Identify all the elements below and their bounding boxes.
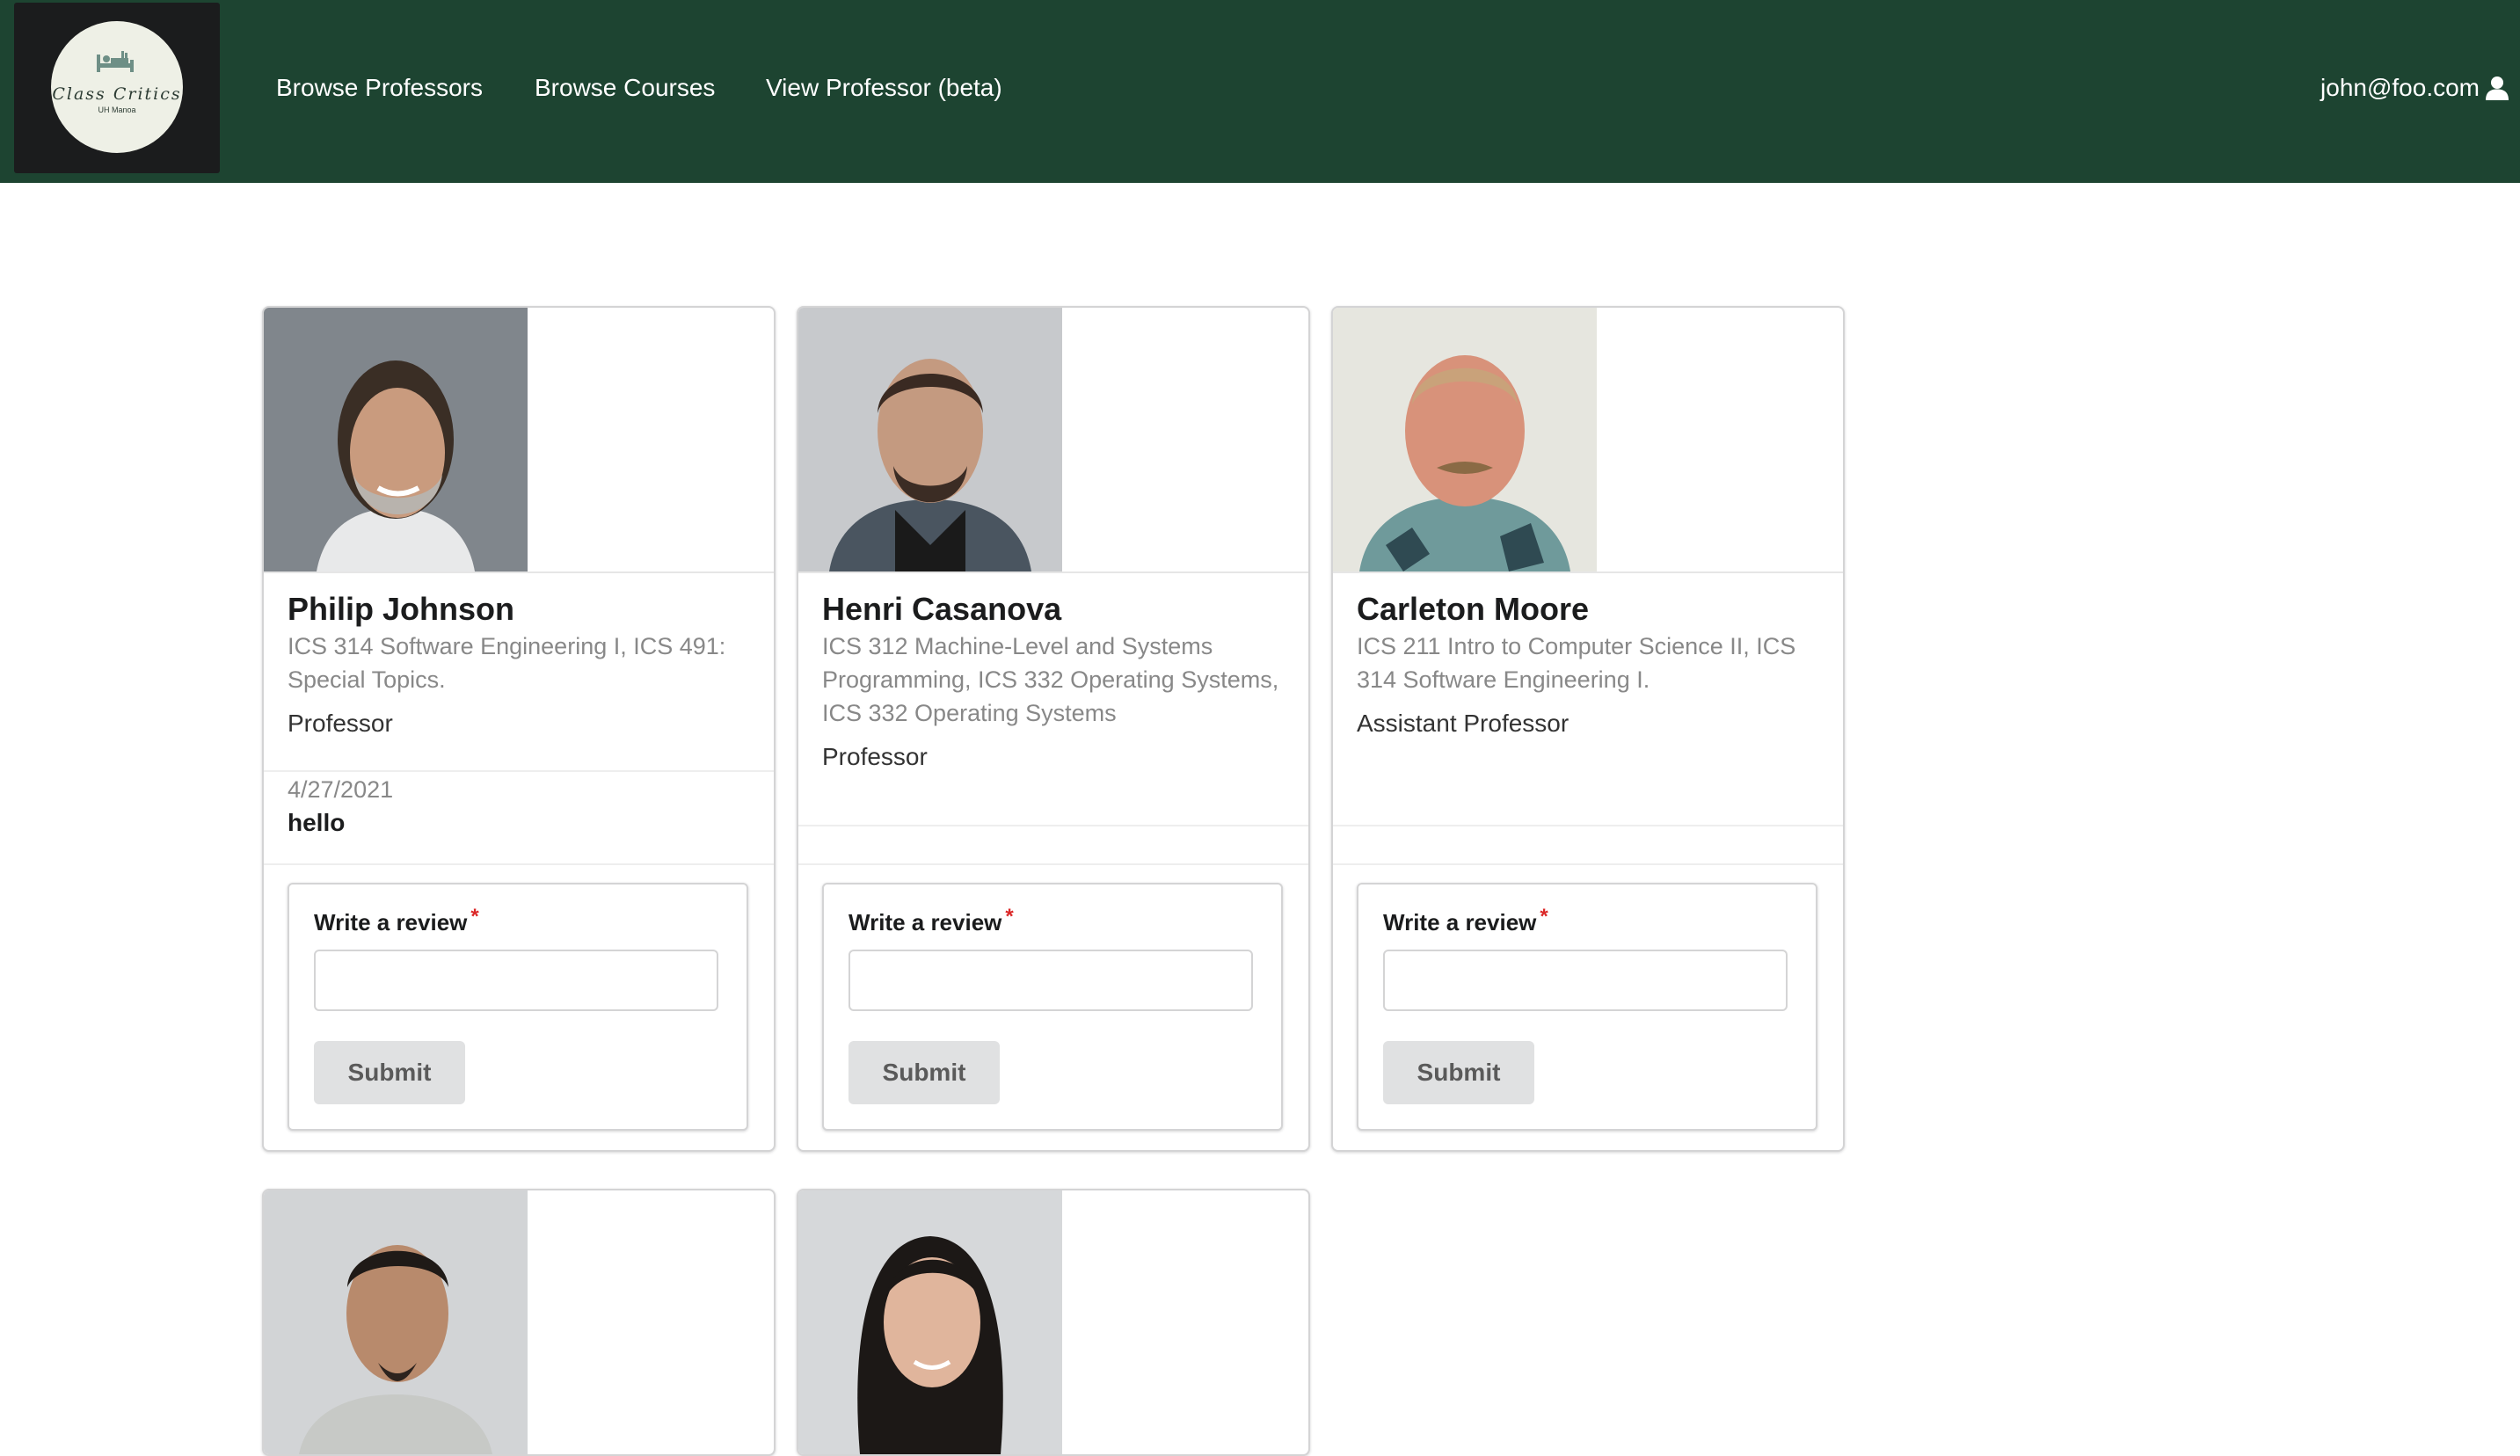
professor-title: Professor	[822, 743, 928, 770]
professor-name: Philip Johnson	[288, 591, 514, 627]
user-icon	[2486, 76, 2509, 100]
professor-name: Henri Casanova	[822, 591, 1062, 627]
card-divider	[798, 825, 1308, 826]
nav-browse-courses[interactable]: Browse Courses	[535, 72, 715, 104]
user-menu[interactable]: john@foo.com	[2320, 72, 2509, 104]
logo-link[interactable]: Class Critics UH Manoa	[14, 3, 220, 173]
review-input[interactable]	[848, 950, 1253, 1011]
professor-card: Philip Johnson ICS 314 Software Engineer…	[262, 306, 776, 1152]
professor-card	[797, 1189, 1310, 1456]
card-divider	[264, 770, 774, 772]
professor-card: Henri Casanova ICS 312 Machine-Level and…	[797, 306, 1310, 1152]
nav-view-professor-beta[interactable]: View Professor (beta)	[766, 72, 1002, 104]
review-input[interactable]	[314, 950, 718, 1011]
professor-photo	[798, 1190, 1062, 1454]
submit-button[interactable]: Submit	[314, 1041, 465, 1104]
top-navbar: Class Critics UH Manoa Browse Professors…	[0, 0, 2520, 183]
card-content: Carleton Moore ICS 211 Intro to Computer…	[1357, 589, 1823, 740]
logo-bed-icon	[97, 51, 134, 72]
review-label: Write a review *	[1383, 905, 1548, 935]
professor-title: Professor	[288, 710, 393, 737]
submit-button[interactable]: Submit	[848, 1041, 1000, 1104]
required-asterisk: *	[470, 905, 479, 928]
professor-courses: ICS 211 Intro to Computer Science II, IC…	[1357, 633, 1796, 693]
card-content: Henri Casanova ICS 312 Machine-Level and…	[822, 589, 1288, 774]
card-divider	[264, 863, 774, 865]
nav-browse-professors[interactable]: Browse Professors	[276, 72, 483, 104]
professor-photo	[1333, 308, 1597, 571]
card-content: Philip Johnson ICS 314 Software Engineer…	[288, 589, 754, 740]
professor-courses: ICS 314 Software Engineering I, ICS 491:…	[288, 633, 726, 693]
card-divider	[1333, 863, 1843, 865]
logo-icon: Class Critics UH Manoa	[51, 21, 183, 153]
image-divider	[1333, 571, 1843, 573]
review-label: Write a review *	[848, 905, 1014, 935]
professor-photo	[264, 1190, 528, 1454]
logo-subtitle: UH Manoa	[98, 106, 136, 114]
professor-photo	[798, 308, 1062, 571]
review-form: Write a review * Submit	[822, 883, 1283, 1131]
professor-card	[262, 1189, 776, 1456]
professor-title: Assistant Professor	[1357, 710, 1570, 737]
review-form: Write a review * Submit	[1357, 883, 1817, 1131]
professor-courses: ICS 312 Machine-Level and Systems Progra…	[822, 633, 1279, 726]
review-text: hello	[288, 809, 346, 836]
professor-photo	[264, 308, 528, 571]
submit-button[interactable]: Submit	[1383, 1041, 1534, 1104]
required-asterisk: *	[1540, 905, 1548, 928]
image-divider	[264, 571, 774, 573]
review-date: 4/27/2021	[288, 776, 394, 803]
review-form: Write a review * Submit	[288, 883, 748, 1131]
image-divider	[798, 571, 1308, 573]
professor-name: Carleton Moore	[1357, 591, 1590, 627]
required-asterisk: *	[1005, 905, 1014, 928]
card-divider	[1333, 825, 1843, 826]
review-input[interactable]	[1383, 950, 1788, 1011]
user-email: john@foo.com	[2320, 74, 2480, 101]
logo-title: Class Critics	[52, 84, 182, 104]
review-label: Write a review *	[314, 905, 479, 935]
professor-card: Carleton Moore ICS 211 Intro to Computer…	[1331, 306, 1845, 1152]
card-divider	[798, 863, 1308, 865]
